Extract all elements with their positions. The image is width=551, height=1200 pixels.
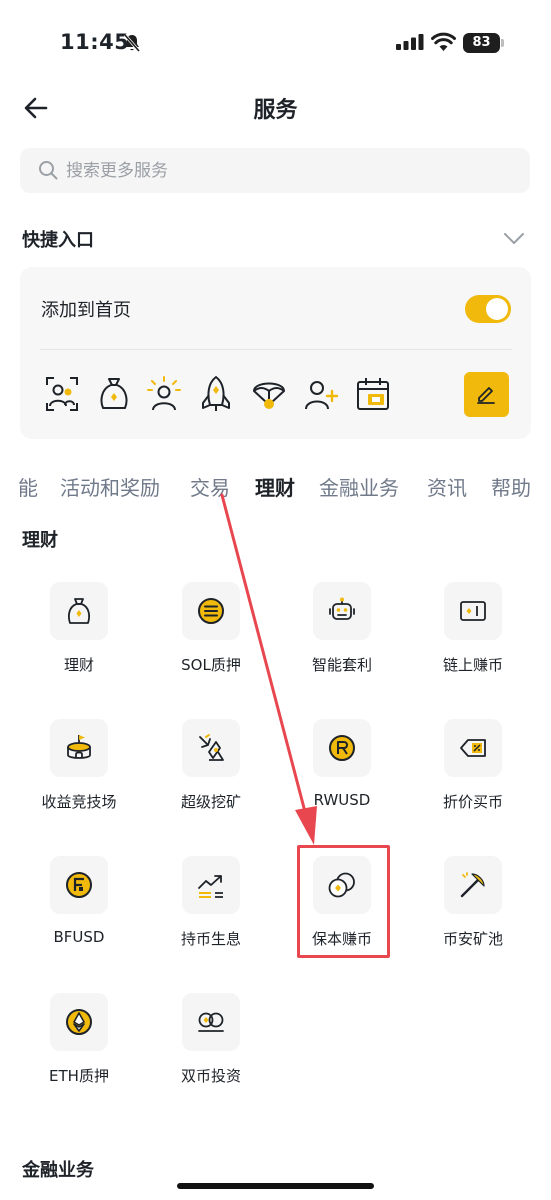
toggle-knob bbox=[486, 298, 508, 320]
bell-off-icon bbox=[123, 34, 141, 52]
arena-icon bbox=[67, 735, 91, 759]
service-icon-box bbox=[182, 719, 240, 777]
service-icon-box bbox=[313, 582, 371, 640]
service-item-eth-staking[interactable]: ETH质押 bbox=[14, 993, 144, 1113]
service-icon-box bbox=[444, 719, 502, 777]
bfusd-coin-icon bbox=[66, 872, 92, 898]
battery-tip bbox=[501, 39, 504, 47]
pickaxe-icon bbox=[460, 872, 485, 898]
trend-up-icon bbox=[198, 875, 223, 898]
super-mining-icon bbox=[199, 734, 224, 761]
search-icon bbox=[39, 161, 58, 180]
service-label: SOL质押 bbox=[181, 656, 241, 674]
service-label: BFUSD bbox=[53, 928, 105, 946]
rocket-icon[interactable] bbox=[198, 375, 234, 413]
service-item-dual-investment[interactable]: 双币投资 bbox=[146, 993, 276, 1113]
tab-news[interactable]: 资讯 bbox=[427, 472, 467, 501]
dual-investment-icon bbox=[198, 1012, 224, 1032]
service-icon-box bbox=[50, 582, 108, 640]
sol-coin-icon bbox=[198, 598, 224, 624]
battery-level: 83 bbox=[463, 33, 500, 53]
status-bar: 11:45 83 bbox=[0, 0, 551, 80]
calendar-icon[interactable] bbox=[355, 375, 391, 413]
signal-icon bbox=[396, 34, 424, 50]
service-item-super-mining[interactable]: 超级挖矿 bbox=[146, 719, 276, 839]
service-icon-box bbox=[182, 856, 240, 914]
tab-help[interactable]: 帮助 bbox=[491, 472, 531, 501]
service-icon-box bbox=[313, 719, 371, 777]
add-user-icon[interactable] bbox=[303, 375, 339, 413]
service-item-bfusd[interactable]: BFUSD bbox=[14, 856, 144, 976]
quick-entry-title: 快捷入口 bbox=[22, 230, 94, 251]
service-item-discount-buy[interactable]: 折价买币 bbox=[408, 719, 538, 839]
service-item-hold-interest[interactable]: 持币生息 bbox=[146, 856, 276, 976]
service-icon-box bbox=[50, 993, 108, 1051]
service-label: 链上赚币 bbox=[442, 656, 503, 674]
service-label: 折价买币 bbox=[442, 793, 503, 811]
edit-shortcuts-button[interactable] bbox=[464, 372, 509, 417]
category-tabs: 能 活动和奖励 交易 理财 金融业务 资讯 帮助 bbox=[0, 468, 551, 508]
onchain-icon bbox=[460, 601, 486, 621]
service-item-binance-pool[interactable]: 币安矿池 bbox=[408, 856, 538, 976]
tab-finance[interactable]: 金融业务 bbox=[319, 472, 399, 501]
service-item-wealth[interactable]: 理财 bbox=[14, 582, 144, 702]
page-title: 服务 bbox=[253, 98, 298, 123]
parachute-icon[interactable] bbox=[251, 375, 287, 413]
divider bbox=[40, 349, 512, 350]
service-label: 智能套利 bbox=[311, 656, 372, 674]
service-item-yield-arena[interactable]: 收益竞技场 bbox=[14, 719, 144, 839]
service-item-sol-staking[interactable]: SOL质押 bbox=[146, 582, 276, 702]
service-item-smart-arbitrage[interactable]: 智能套利 bbox=[277, 582, 407, 702]
annotation-highlight-box bbox=[297, 845, 390, 958]
service-label: 持币生息 bbox=[180, 930, 241, 948]
service-label: 超级挖矿 bbox=[180, 793, 241, 811]
edit-pencil-icon bbox=[477, 387, 495, 404]
user-spark-icon[interactable] bbox=[146, 375, 182, 413]
earn-bag-icon[interactable] bbox=[96, 375, 132, 413]
service-icon-box bbox=[444, 582, 502, 640]
eth-coin-icon bbox=[66, 1009, 92, 1035]
service-icon-box bbox=[444, 856, 502, 914]
service-label: 双币投资 bbox=[180, 1067, 241, 1085]
earn-bag-icon bbox=[68, 598, 90, 624]
section-title-finance: 金融业务 bbox=[22, 1160, 94, 1181]
service-icon-box bbox=[182, 582, 240, 640]
referral-icon[interactable] bbox=[44, 375, 80, 413]
service-item-rwusd[interactable]: RWUSD bbox=[277, 719, 407, 839]
tab-partial-left[interactable]: 能 bbox=[18, 472, 38, 501]
service-icon-box bbox=[50, 719, 108, 777]
search-input[interactable] bbox=[66, 148, 506, 193]
service-label: ETH质押 bbox=[49, 1067, 109, 1085]
service-label: 币安矿池 bbox=[442, 930, 503, 948]
service-item-onchain-earn[interactable]: 链上赚币 bbox=[408, 582, 538, 702]
add-to-home-toggle[interactable] bbox=[465, 295, 511, 323]
service-label: RWUSD bbox=[313, 791, 371, 809]
service-label: 收益竞技场 bbox=[41, 793, 117, 811]
tab-activities-rewards[interactable]: 活动和奖励 bbox=[60, 472, 160, 501]
service-icon-box bbox=[182, 993, 240, 1051]
battery-indicator: 83 bbox=[463, 33, 504, 53]
search-bar[interactable] bbox=[20, 148, 530, 193]
tab-trade[interactable]: 交易 bbox=[190, 472, 230, 501]
add-to-home-label: 添加到首页 bbox=[41, 300, 131, 321]
discount-tag-icon bbox=[460, 739, 486, 757]
service-icon-box bbox=[50, 856, 108, 914]
wifi-icon bbox=[431, 32, 456, 51]
status-time: 11:45 bbox=[60, 30, 130, 54]
robot-icon bbox=[329, 597, 355, 620]
rwusd-coin-icon bbox=[329, 735, 355, 761]
tab-wealth[interactable]: 理财 bbox=[255, 472, 295, 501]
quick-entry-card: 添加到首页 bbox=[20, 267, 531, 439]
section-title-wealth: 理财 bbox=[22, 530, 58, 551]
service-label: 理财 bbox=[63, 656, 94, 674]
chevron-down-icon[interactable] bbox=[502, 228, 526, 248]
home-indicator bbox=[177, 1183, 374, 1189]
